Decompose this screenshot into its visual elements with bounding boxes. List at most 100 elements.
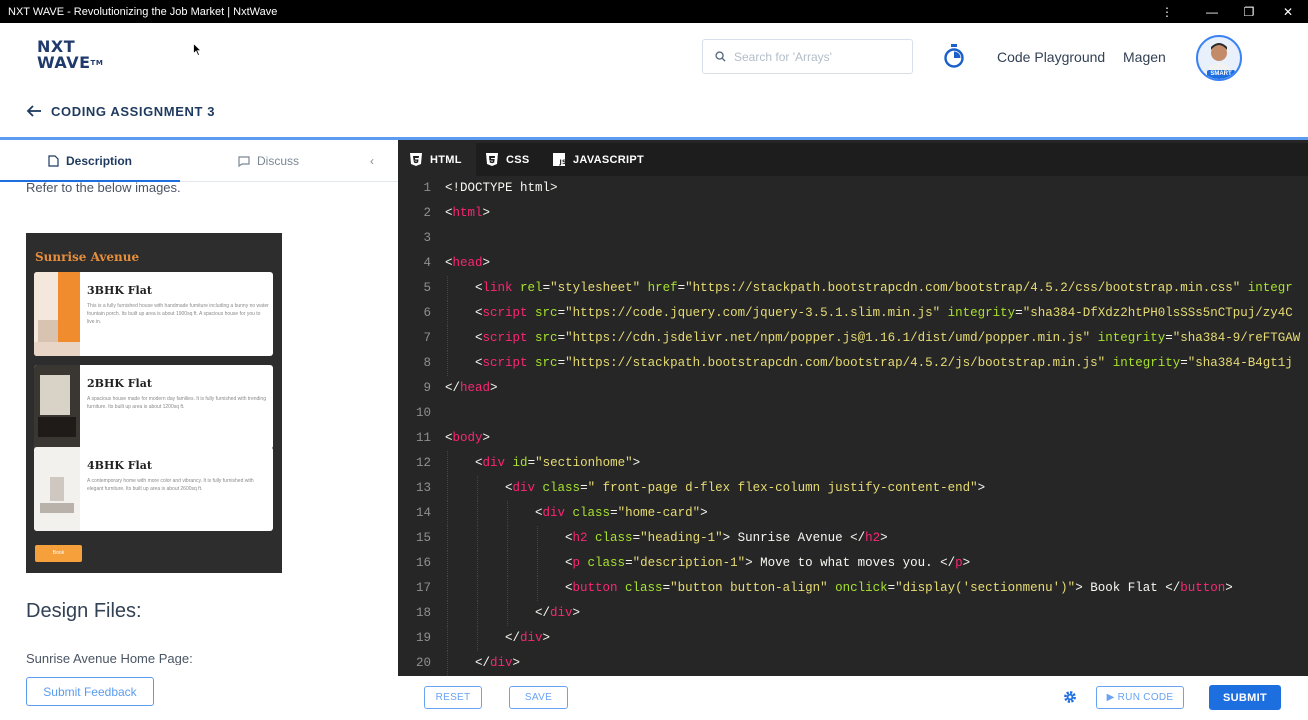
tab-css[interactable]: CSS	[486, 143, 530, 176]
code-token: "stylesheet"	[550, 281, 641, 295]
code-token: >	[542, 631, 551, 645]
code-text: <head>	[445, 251, 490, 276]
code-token: html	[452, 206, 483, 220]
search-box	[702, 39, 913, 74]
indent-guide	[507, 601, 508, 626]
code-token: div	[520, 631, 543, 645]
line-number: 14	[415, 506, 431, 520]
tab-description[interactable]: Description	[48, 154, 132, 168]
code-token: rel	[520, 281, 543, 295]
code-line[interactable]: 10	[398, 401, 1308, 426]
submit-button[interactable]: SUBMIT	[1209, 685, 1281, 710]
indent-guide	[447, 551, 448, 576]
indent-guide	[477, 576, 478, 601]
document-icon	[48, 155, 59, 167]
code-line[interactable]: 18 </div>	[398, 601, 1308, 626]
code-token: "https://stackpath.bootstrapcdn.com/boot…	[565, 356, 1106, 370]
indent-guide	[537, 576, 538, 601]
code-line[interactable]: 4 <head>	[398, 251, 1308, 276]
code-token: class	[625, 581, 663, 595]
code-area[interactable]: 1 <!DOCTYPE html> 2 <html> 3 4 <head> 5 <link re…	[398, 176, 1308, 676]
code-line[interactable]: 6 <script src="https://code.jquery.com/jq…	[398, 301, 1308, 326]
code-line[interactable]: 20 </div>	[398, 651, 1308, 676]
room-image	[34, 365, 80, 449]
line-number: 18	[415, 606, 431, 620]
collapse-panel-icon[interactable]: ‹	[370, 154, 374, 168]
indent-guide	[447, 476, 448, 501]
code-line[interactable]: 1 <!DOCTYPE html>	[398, 176, 1308, 201]
stopwatch-icon[interactable]	[943, 44, 965, 68]
save-button[interactable]: SAVE	[509, 686, 568, 709]
code-line[interactable]: 16 <p class="description-1"> Move to what…	[398, 551, 1308, 576]
run-code-button[interactable]: ▶ RUN CODE	[1096, 686, 1184, 709]
code-token: script	[482, 306, 528, 320]
mouse-cursor-icon	[193, 43, 202, 56]
code-editor[interactable]: HTML CSS JS JAVASCRIPT 1 <!DOCTYPE html> 2…	[398, 140, 1308, 676]
code-line[interactable]: 7 <script src="https://cdn.jsdelivr.net/n…	[398, 326, 1308, 351]
code-line[interactable]: 12 <div id="sectionhome">	[398, 451, 1308, 476]
code-line[interactable]: 9 </head>	[398, 376, 1308, 401]
code-playground-link[interactable]: Code Playground	[997, 49, 1105, 65]
code-token: class	[587, 556, 626, 570]
code-token: class	[542, 481, 581, 495]
submit-feedback-button[interactable]: Submit Feedback	[26, 677, 154, 706]
minimize-icon[interactable]: —	[1192, 0, 1232, 23]
code-line[interactable]: 13 <div class=" front-page d-flex flex-co…	[398, 476, 1308, 501]
tab-discuss[interactable]: Discuss	[238, 154, 299, 168]
line-number: 12	[415, 456, 431, 470]
search-icon	[715, 51, 726, 62]
code-token: >	[962, 556, 971, 570]
code-token: =	[677, 281, 686, 295]
user-name-link[interactable]: Magen	[1123, 49, 1166, 65]
code-token: <	[505, 481, 513, 495]
code-token: div	[550, 606, 573, 620]
code-line[interactable]: 3	[398, 226, 1308, 251]
code-line[interactable]: 8 <script src="https://stackpath.bootstra…	[398, 351, 1308, 376]
code-token: "display('sectionmenu')"	[895, 581, 1076, 595]
window-titlebar: NXT WAVE - Revolutionizing the Job Marke…	[0, 0, 1308, 23]
chat-icon	[238, 155, 250, 167]
code-text: <html>	[445, 201, 490, 226]
line-number: 4	[423, 256, 431, 270]
line-number: 6	[423, 306, 431, 320]
gear-icon[interactable]	[1063, 690, 1077, 704]
nxtwave-logo[interactable]: NXT WAVETM	[37, 39, 103, 71]
indent-guide	[477, 601, 478, 626]
line-number: 7	[423, 331, 431, 345]
preview-card: 3BHK Flat This is a fully furnished hous…	[34, 272, 273, 356]
code-token: =	[527, 456, 536, 470]
window-menu-icon[interactable]: ⋮	[1147, 0, 1187, 23]
indent-guide	[477, 476, 478, 501]
code-line[interactable]: 2 <html>	[398, 201, 1308, 226]
indent-guide	[447, 601, 448, 626]
line-number: 17	[415, 581, 431, 595]
code-text: <script src="https://cdn.jsdelivr.net/np…	[475, 326, 1300, 351]
html5-icon	[410, 153, 422, 166]
code-token: > Book Flat </	[1075, 581, 1181, 595]
reset-button[interactable]: RESET	[424, 686, 482, 709]
line-number: 19	[415, 631, 431, 645]
code-line[interactable]: 5 <link rel="stylesheet" href="https://st…	[398, 276, 1308, 301]
indent-guide	[447, 626, 448, 651]
restore-icon[interactable]: ❐	[1229, 0, 1269, 23]
code-token: "https://code.jquery.com/jquery-3.5.1.sl…	[565, 306, 941, 320]
code-line[interactable]: 19 </div>	[398, 626, 1308, 651]
smart-badge: SMART	[1207, 70, 1235, 79]
tab-javascript[interactable]: JS JAVASCRIPT	[553, 143, 644, 176]
code-token: >	[482, 256, 491, 270]
code-line[interactable]: 14 <div class="home-card">	[398, 501, 1308, 526]
back-arrow-icon[interactable]	[26, 103, 42, 119]
close-icon[interactable]: ✕	[1268, 0, 1308, 23]
code-token: >	[977, 481, 986, 495]
line-number: 1	[423, 181, 431, 195]
search-input[interactable]	[734, 49, 904, 64]
javascript-icon: JS	[553, 153, 565, 166]
code-line[interactable]: 17 <button class="button button-align" on…	[398, 576, 1308, 601]
code-token: integrity	[1097, 331, 1166, 345]
code-line[interactable]: 15 <h2 class="heading-1"> Sunrise Avenue …	[398, 526, 1308, 551]
avatar[interactable]: SMART	[1196, 35, 1242, 81]
tab-html[interactable]: HTML	[398, 143, 476, 176]
code-line[interactable]: 11 <body>	[398, 426, 1308, 451]
